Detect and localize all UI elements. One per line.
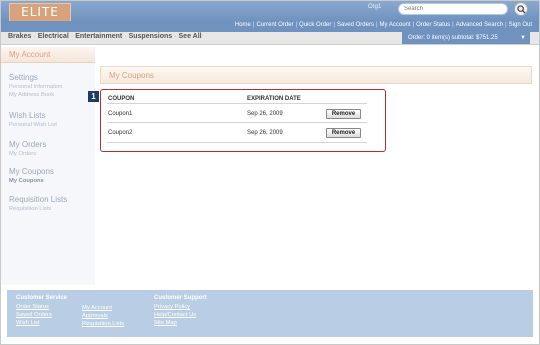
sidebar-group-wish-lists: Wish Lists Personal Wish List: [9, 111, 57, 128]
footer-customer-support: Customer Support Privacy Policy Help/Con…: [154, 295, 207, 327]
footer-heading: Customer Support: [154, 295, 207, 301]
nav-advanced-search[interactable]: Advanced Search: [456, 22, 503, 28]
footer-customer-service: Customer Service Order Status Saved Orde…: [16, 295, 67, 327]
table-divider: [107, 122, 367, 123]
sidebar-item-my-coupons[interactable]: My Coupons: [9, 178, 54, 184]
coupon-name: Coupon2: [108, 130, 133, 136]
search-input[interactable]: [398, 3, 508, 15]
sidebar-heading: Settings: [9, 73, 38, 82]
coupon-expiration: Sep 26, 2009: [247, 111, 283, 117]
table-divider: [107, 142, 367, 143]
page-title: My Coupons: [100, 66, 532, 84]
remove-coupon-button[interactable]: Remove: [326, 128, 361, 138]
store-logo[interactable]: ELITE: [9, 3, 71, 22]
remove-coupon-button[interactable]: Remove: [326, 109, 361, 119]
coupon-name: Coupon1: [108, 111, 133, 117]
footer-link-my-account[interactable]: My Account: [82, 304, 124, 312]
footer-link-order-status[interactable]: Order Status: [16, 303, 67, 311]
footer-link-wish-list[interactable]: Wish List: [16, 319, 67, 327]
cart-summary[interactable]: Order: 0 item(s) subtotal: $751.25 ▼: [402, 32, 530, 44]
nav-sign-out[interactable]: Sign Out: [509, 22, 532, 28]
search-button[interactable]: [514, 2, 528, 16]
sidebar-heading: Wish Lists: [9, 111, 46, 120]
sidebar-item-wish-list[interactable]: Personal Wish List: [9, 122, 57, 128]
sidebar-group-requisition: Requisition Lists Requisition Lists: [9, 195, 67, 212]
sidebar-heading: My Coupons: [9, 167, 54, 176]
category-see-all[interactable]: See All: [179, 33, 202, 40]
footer-link-requisition-lists[interactable]: Requisition Lists: [82, 320, 124, 328]
nav-quick-order[interactable]: Quick Order: [299, 22, 331, 28]
category-suspensions[interactable]: Suspensions: [129, 33, 173, 40]
category-electrical[interactable]: Electrical: [38, 33, 69, 40]
top-nav: Home | Current Order | Quick Order | Saved …: [234, 22, 532, 28]
sidebar-item-my-orders[interactable]: My Orders: [9, 151, 46, 157]
nav-current-order[interactable]: Current Order: [256, 22, 293, 28]
footer-link-privacy-policy[interactable]: Privacy Policy: [154, 303, 207, 311]
sidebar-item-requisition-lists[interactable]: Requisition Lists: [9, 206, 67, 212]
sidebar-heading: Requisition Lists: [9, 195, 68, 204]
sidebar-group-settings: Settings Personal Information My Address…: [9, 73, 63, 98]
nav-my-account[interactable]: My Account: [380, 22, 411, 28]
footer-account-links: My Account Approvals Requisition Lists: [82, 304, 124, 328]
category-entertainment[interactable]: Entertainment: [75, 33, 122, 40]
coupon-expiration: Sep 26, 2009: [247, 130, 283, 136]
column-header-expiration: EXPIRATION DATE: [247, 96, 301, 102]
footer-heading: Customer Service: [16, 295, 68, 301]
sidebar-group-orders: My Orders My Orders: [9, 140, 46, 157]
cart-summary-text: Order: 0 item(s) subtotal: $751.25: [408, 35, 498, 41]
sidebar-item-address-book[interactable]: My Address Book: [9, 92, 63, 98]
nav-saved-orders[interactable]: Saved Orders: [337, 22, 374, 28]
sidebar-title: My Account: [1, 47, 95, 63]
nav-order-status[interactable]: Order Status: [416, 22, 450, 28]
org-label: Org1: [368, 4, 382, 10]
chevron-down-icon: ▼: [520, 35, 526, 41]
table-divider: [107, 103, 367, 104]
sidebar-item-personal-information[interactable]: Personal Information: [9, 84, 63, 90]
footer-link-help-contact[interactable]: Help/Contact Us: [154, 311, 207, 319]
footer-link-saved-orders[interactable]: Saved Orders: [16, 311, 67, 319]
search-icon: [516, 4, 526, 14]
callout-badge: 1: [88, 91, 99, 102]
nav-home[interactable]: Home: [235, 22, 251, 28]
column-header-coupon: COUPON: [108, 96, 135, 102]
sidebar-heading: My Orders: [9, 140, 47, 149]
footer-link-approvals[interactable]: Approvals: [82, 312, 124, 320]
footer-link-site-map[interactable]: Site Map: [154, 319, 207, 327]
category-brakes[interactable]: Brakes: [8, 33, 31, 40]
category-nav: Brakes · Electrical · Entertainment · Suspe…: [8, 33, 202, 40]
sidebar-group-coupons: My Coupons My Coupons: [9, 167, 54, 184]
